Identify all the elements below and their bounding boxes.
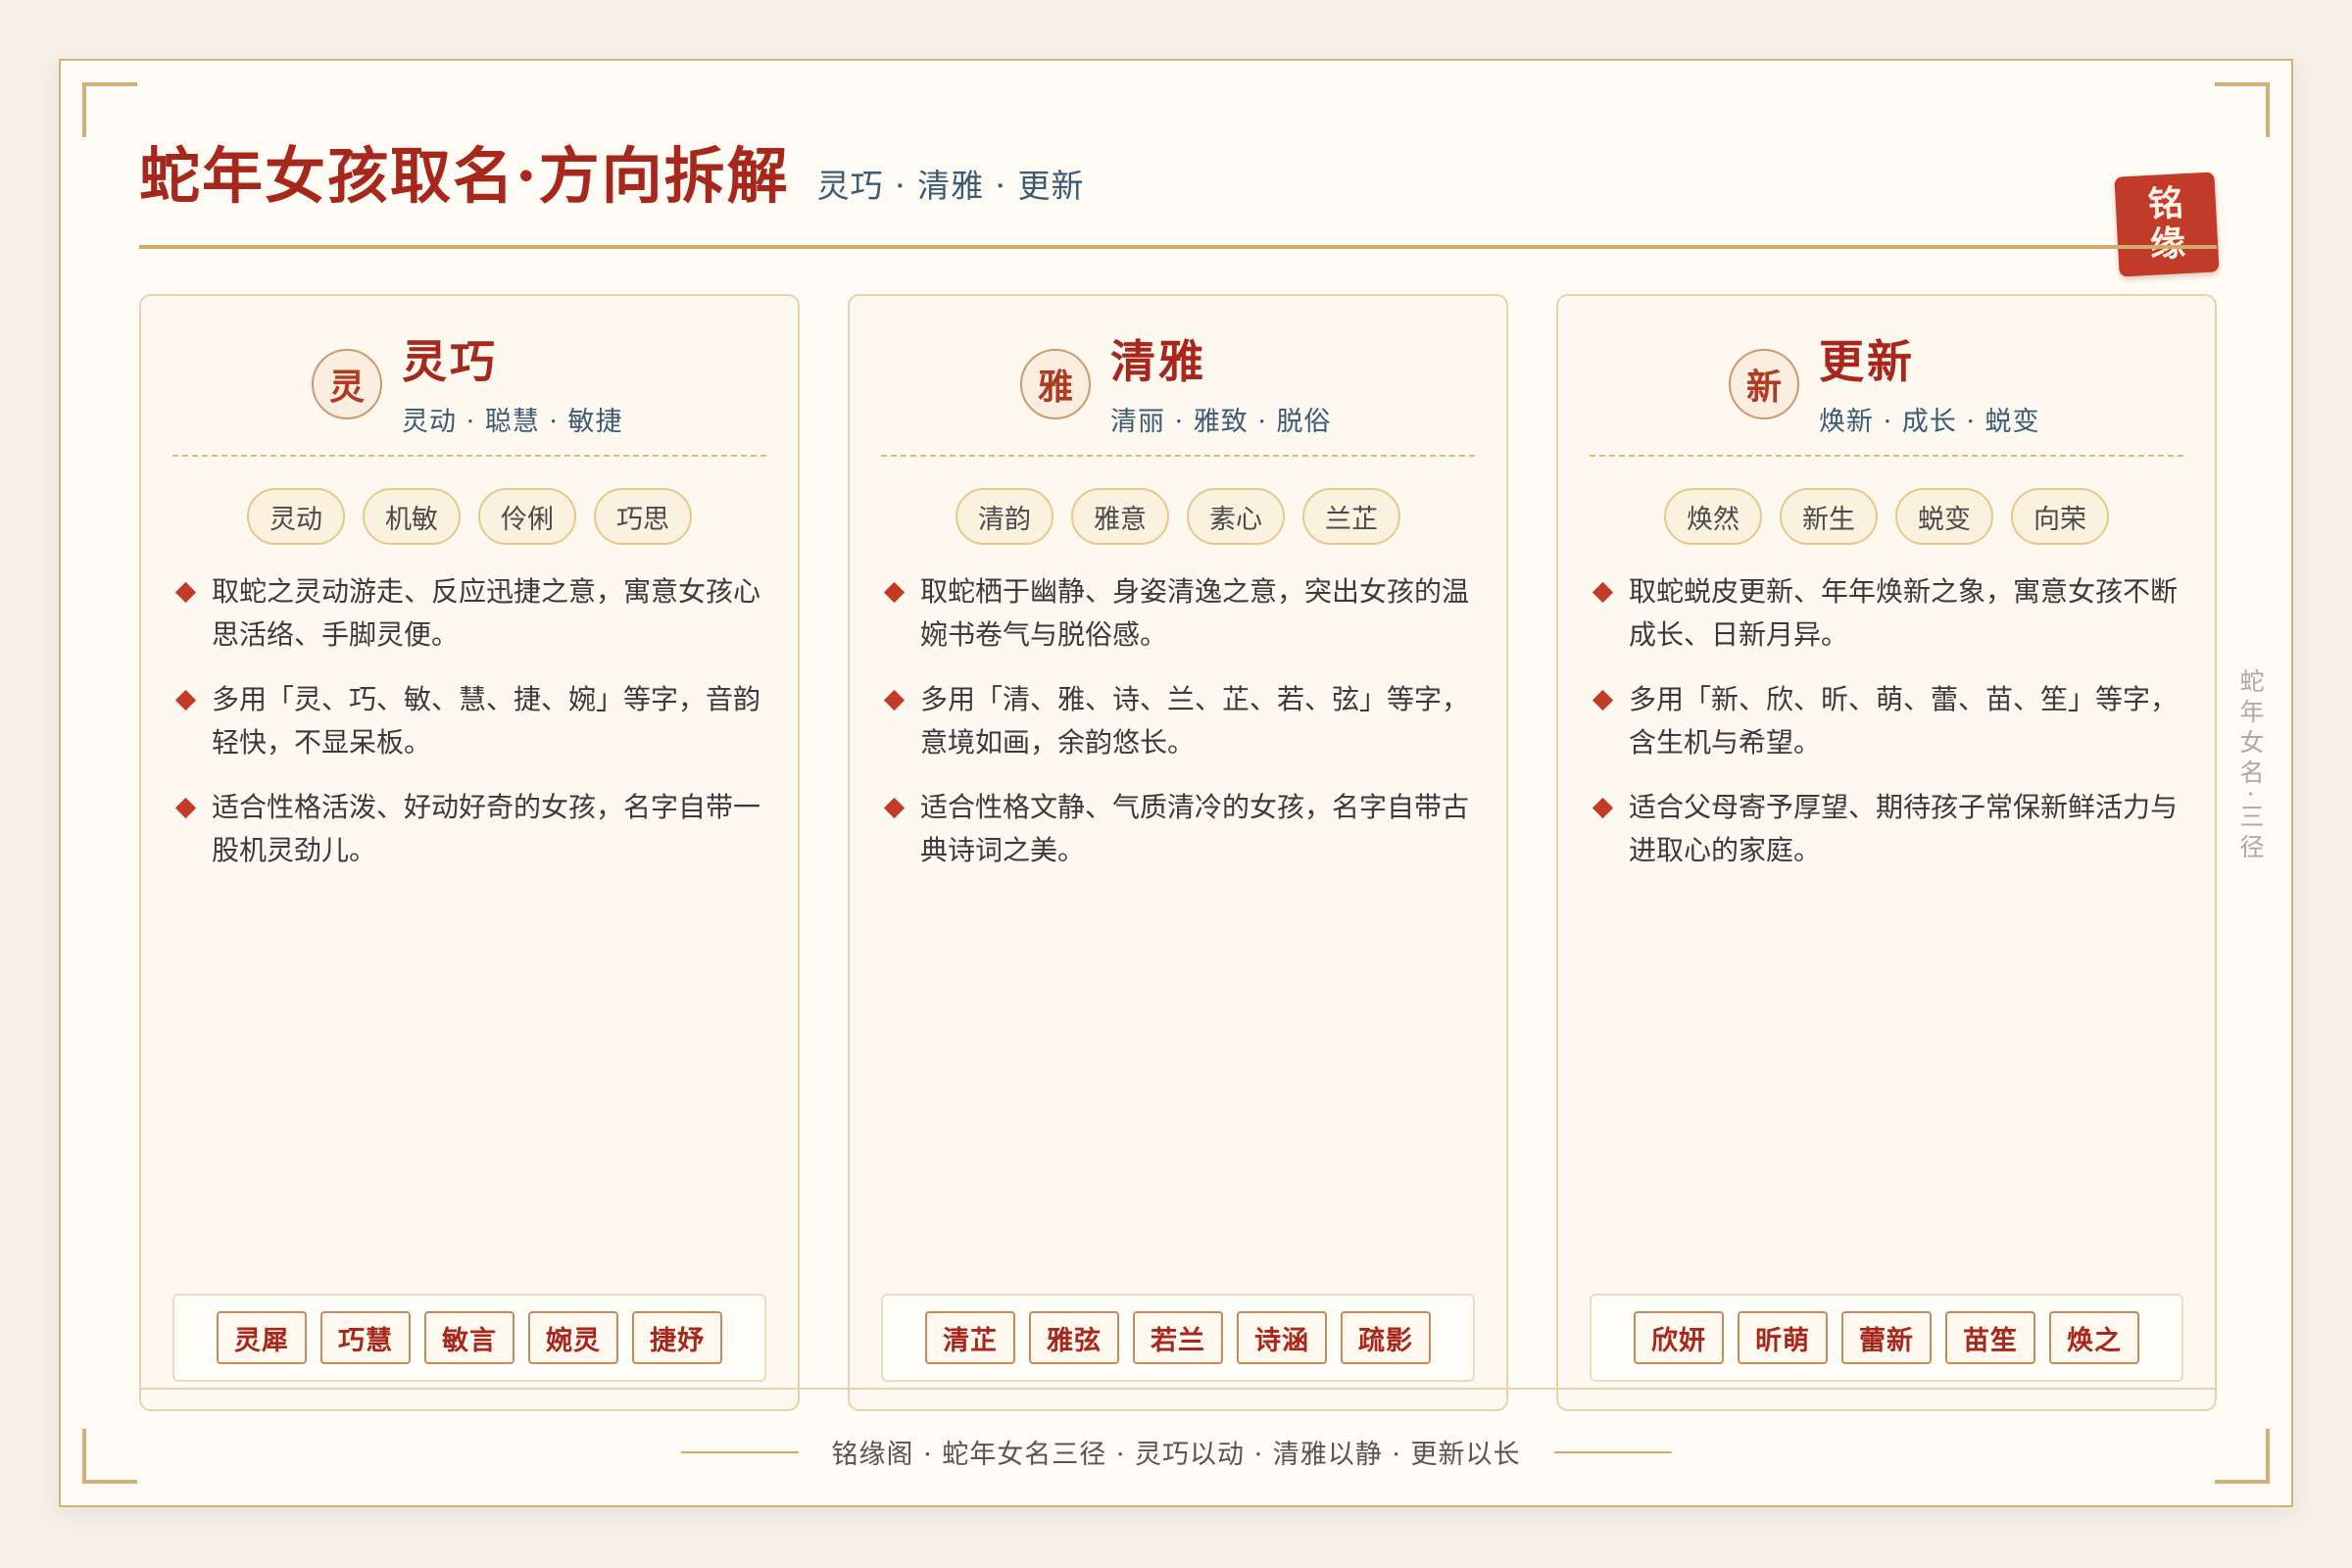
diamond-bullet-icon (883, 689, 906, 711)
description-item: 适合父母寄予厚望、期待孩子常保新鲜活力与进取心的家庭。 (1592, 786, 2180, 872)
card-title: 灵巧 (402, 335, 498, 388)
name-chip: 焕之 (2049, 1311, 2139, 1364)
keyword-tag: 伶俐 (478, 488, 576, 545)
page-subtitle: 灵巧 · 清雅 · 更新 (816, 167, 1085, 205)
card-badge: 雅 (1020, 349, 1091, 419)
keyword-tag: 雅意 (1071, 488, 1169, 545)
card-dashed-divider (881, 455, 1475, 457)
header-divider (139, 245, 2217, 249)
keyword-tag: 新生 (1780, 488, 1878, 545)
example-names: 清芷 雅弦 若兰 诗涵 疏影 (881, 1294, 1475, 1382)
description-item: 适合性格文静、气质清冷的女孩，名字自带古典诗词之美。 (883, 786, 1471, 872)
card-badge: 新 (1729, 349, 1799, 419)
description-list: 取蛇栖于幽静、身姿清逸之意，突出女孩的温婉书卷气与脱俗感。 多用「清、雅、诗、兰… (883, 570, 1471, 894)
keyword-tag: 素心 (1187, 488, 1285, 545)
name-chip: 巧慧 (320, 1311, 411, 1364)
diamond-bullet-icon (883, 797, 906, 819)
keyword-tag: 兰芷 (1302, 488, 1400, 545)
card-header: 雅 清雅 清丽 · 雅致 · 脱俗 (850, 339, 1506, 437)
diamond-bullet-icon (1592, 581, 1614, 604)
name-chip: 灵犀 (217, 1311, 307, 1364)
direction-cards: 灵 灵巧 灵动 · 聪慧 · 敏捷 灵动 机敏 伶俐 巧思 取蛇之灵动游走、反应… (139, 294, 2217, 1411)
card-title: 更新 (1819, 335, 1915, 388)
diamond-bullet-icon (1592, 797, 1614, 819)
description-item: 取蛇之灵动游走、反应迅捷之意，寓意女孩心思活络、手脚灵便。 (174, 570, 762, 657)
name-chip: 婉灵 (528, 1311, 618, 1364)
name-chip: 敏言 (424, 1311, 514, 1364)
corner-ornament-top-right (2215, 82, 2270, 137)
footer-text: 铭缘阁 · 蛇年女名三径 · 灵巧以动 · 清雅以静 · 更新以长 (831, 1440, 1521, 1470)
page-title: 蛇年女孩取名·方向拆解 (139, 140, 790, 212)
poster-frame: 蛇年女孩取名·方向拆解 灵巧 · 清雅 · 更新 铭 缘 灵 灵巧 灵动 · 聪… (59, 59, 2293, 1507)
card-dashed-divider (172, 455, 766, 457)
card-gengxin: 新 更新 焕新 · 成长 · 蜕变 焕然 新生 蜕变 向荣 取蛇蜕皮更新、年年焕… (1556, 294, 2217, 1411)
page-footer: 铭缘阁 · 蛇年女名三径 · 灵巧以动 · 清雅以静 · 更新以长 (61, 1433, 2291, 1471)
name-chip: 捷妤 (632, 1311, 722, 1364)
name-chip: 疏影 (1341, 1311, 1431, 1364)
description-list: 取蛇蜕皮更新、年年焕新之象，寓意女孩不断成长、日新月异。 多用「新、欣、昕、萌、… (1592, 570, 2180, 894)
seal-char-top: 铭 (2146, 181, 2184, 225)
keyword-tags: 焕然 新生 蜕变 向荣 (1558, 488, 2215, 545)
card-badge: 灵 (312, 349, 382, 419)
card-header: 灵 灵巧 灵动 · 聪慧 · 敏捷 (141, 339, 798, 437)
description-item: 多用「灵、巧、敏、慧、捷、婉」等字，音韵轻快，不显呆板。 (174, 678, 762, 764)
description-item: 取蛇栖于幽静、身姿清逸之意，突出女孩的温婉书卷气与脱俗感。 (883, 570, 1471, 657)
keyword-tags: 清韵 雅意 素心 兰芷 (850, 488, 1506, 545)
card-dashed-divider (1590, 455, 2183, 457)
keyword-tag: 蜕变 (1895, 488, 1993, 545)
seal-stamp: 铭 缘 (2114, 172, 2220, 277)
description-item: 适合性格活泼、好动好奇的女孩，名字自带一股机灵劲儿。 (174, 786, 762, 872)
page-header: 蛇年女孩取名·方向拆解 灵巧 · 清雅 · 更新 铭 缘 (139, 129, 2220, 277)
diamond-bullet-icon (883, 581, 906, 604)
description-item: 取蛇蜕皮更新、年年焕新之象，寓意女孩不断成长、日新月异。 (1592, 570, 2180, 657)
keyword-tag: 巧思 (594, 488, 692, 545)
footer-ornament-line-right (1553, 1450, 1672, 1453)
diamond-bullet-icon (1592, 689, 1614, 711)
description-item: 多用「清、雅、诗、兰、芷、若、弦」等字，意境如画，余韵悠长。 (883, 678, 1471, 764)
keyword-tag: 清韵 (956, 488, 1054, 545)
keyword-tag: 灵动 (247, 488, 345, 545)
card-subtitle: 清丽 · 雅致 · 脱俗 (1110, 407, 1332, 437)
card-header: 新 更新 焕新 · 成长 · 蜕变 (1558, 339, 2215, 437)
name-chip: 诗涵 (1237, 1311, 1327, 1364)
diamond-bullet-icon (174, 689, 197, 711)
diamond-bullet-icon (174, 581, 197, 604)
name-chip: 雅弦 (1029, 1311, 1119, 1364)
card-subtitle: 焕新 · 成长 · 蜕变 (1819, 407, 2040, 437)
keyword-tag: 向荣 (2011, 488, 2109, 545)
name-chip: 昕萌 (1738, 1311, 1828, 1364)
example-names: 欣妍 昕萌 蕾新 苗笙 焕之 (1590, 1294, 2183, 1382)
name-chip: 清芷 (925, 1311, 1015, 1364)
card-lingqiao: 灵 灵巧 灵动 · 聪慧 · 敏捷 灵动 机敏 伶俐 巧思 取蛇之灵动游走、反应… (139, 294, 800, 1411)
card-subtitle: 灵动 · 聪慧 · 敏捷 (402, 407, 623, 437)
keyword-tags: 灵动 机敏 伶俐 巧思 (141, 488, 798, 545)
diamond-bullet-icon (174, 797, 197, 819)
card-title: 清雅 (1110, 335, 1206, 388)
footer-divider (139, 1388, 2217, 1390)
description-list: 取蛇之灵动游走、反应迅捷之意，寓意女孩心思活络、手脚灵便。 多用「灵、巧、敏、慧… (174, 570, 762, 894)
name-chip: 若兰 (1133, 1311, 1223, 1364)
name-chip: 蕾新 (1841, 1311, 1932, 1364)
corner-ornament-top-left (82, 82, 137, 137)
side-vertical-note: 蛇年女名·三径 (2236, 668, 2265, 864)
keyword-tag: 焕然 (1664, 488, 1762, 545)
card-qingya: 雅 清雅 清丽 · 雅致 · 脱俗 清韵 雅意 素心 兰芷 取蛇栖于幽静、身姿清… (848, 294, 1508, 1411)
description-item: 多用「新、欣、昕、萌、蕾、苗、笙」等字，含生机与希望。 (1592, 678, 2180, 764)
keyword-tag: 机敏 (363, 488, 461, 545)
footer-ornament-line-left (680, 1450, 799, 1453)
name-chip: 苗笙 (1945, 1311, 2035, 1364)
example-names: 灵犀 巧慧 敏言 婉灵 捷妤 (172, 1294, 766, 1382)
name-chip: 欣妍 (1634, 1311, 1724, 1364)
